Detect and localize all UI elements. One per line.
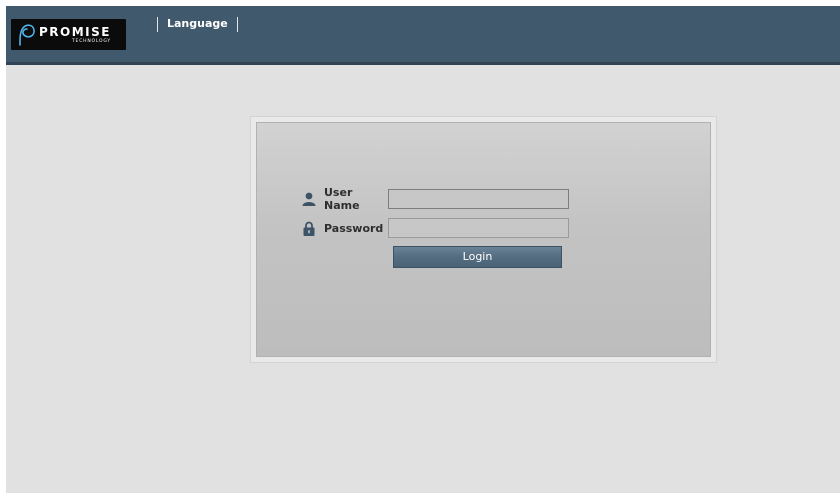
language-menu[interactable]: Language	[158, 16, 237, 32]
login-panel: User Name Password Login	[250, 116, 717, 363]
username-row: User Name	[299, 186, 569, 212]
app-frame: PROMISE TECHNOLOGY Language User Name Pa…	[6, 6, 840, 493]
password-label: Password	[324, 221, 384, 235]
lock-icon	[299, 218, 319, 238]
login-form: User Name Password Login	[256, 122, 711, 357]
top-header: PROMISE TECHNOLOGY Language	[6, 6, 840, 65]
password-input[interactable]	[388, 218, 569, 238]
promise-logo-icon	[19, 24, 35, 46]
brand-name: PROMISE	[39, 25, 111, 39]
login-button[interactable]: Login	[393, 246, 562, 268]
username-label: User Name	[324, 186, 360, 212]
brand-logo: PROMISE TECHNOLOGY	[11, 19, 126, 50]
user-icon	[299, 189, 319, 209]
brand-subtitle: TECHNOLOGY	[72, 39, 111, 44]
top-nav: Language	[157, 16, 238, 32]
nav-divider	[236, 16, 238, 32]
password-row: Password	[299, 217, 569, 239]
username-input[interactable]	[388, 189, 569, 209]
